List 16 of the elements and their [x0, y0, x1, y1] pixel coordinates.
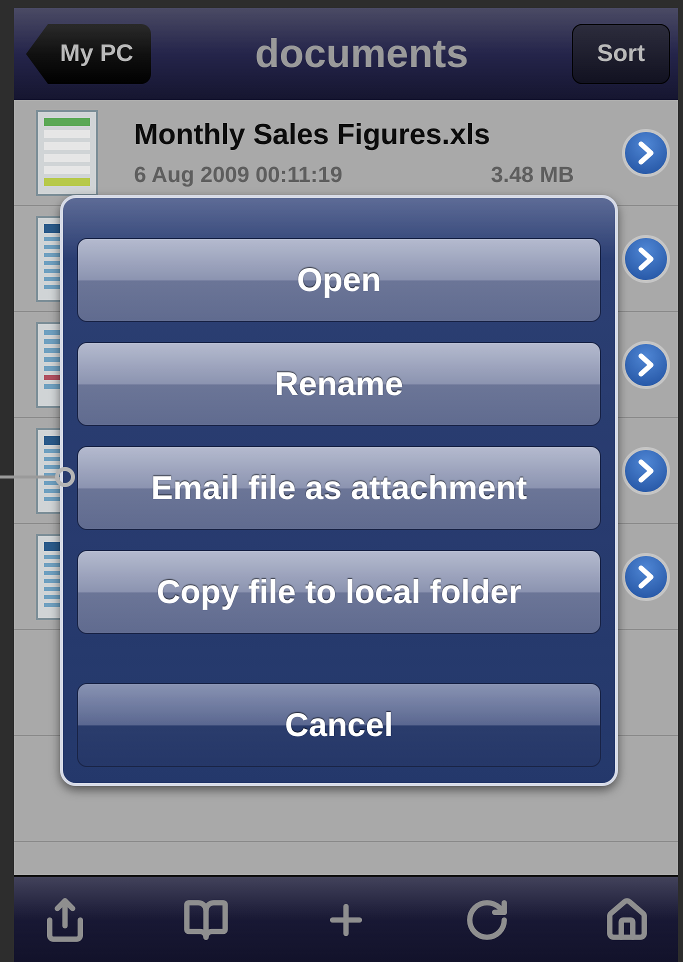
file-date: 6 Aug 2009 00:11:19	[134, 162, 342, 188]
cancel-button[interactable]: Cancel	[77, 683, 601, 767]
nav-title: documents	[255, 32, 468, 76]
action-button[interactable]: Open	[77, 238, 601, 322]
back-button[interactable]: My PC	[26, 24, 152, 84]
disclosure-button[interactable]	[622, 235, 670, 283]
action-button[interactable]: Copy file to local folder	[77, 550, 601, 634]
disclosure-button[interactable]	[622, 341, 670, 389]
disclosure-button[interactable]	[622, 129, 670, 177]
file-name: Monthly Sales Figures.xls	[134, 118, 492, 152]
action-button[interactable]: Email file as attachment	[77, 446, 601, 530]
sort-button[interactable]: Sort	[572, 24, 670, 84]
file-size: 3.48 MB	[490, 162, 574, 188]
action-button[interactable]: Rename	[77, 342, 601, 426]
disclosure-button[interactable]	[622, 553, 670, 601]
disclosure-button[interactable]	[622, 447, 670, 495]
